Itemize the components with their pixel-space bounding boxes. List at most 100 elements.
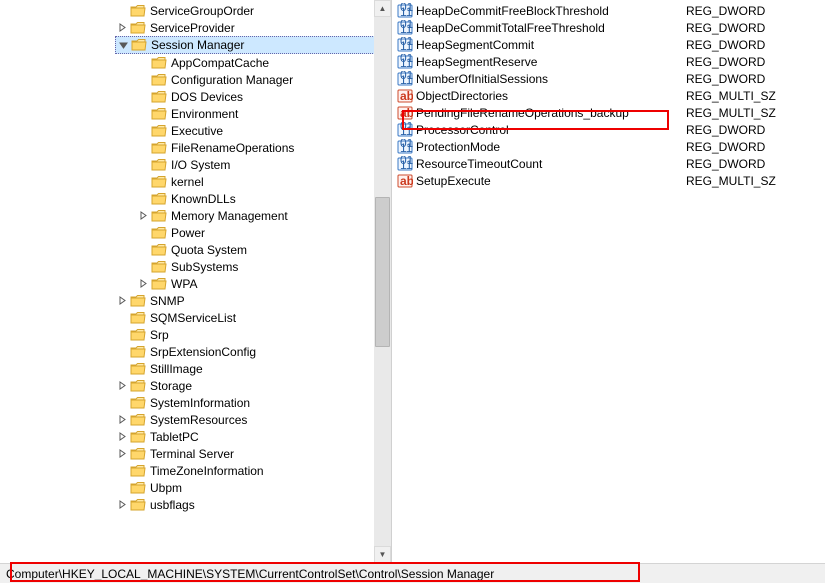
expander-closed-icon[interactable] <box>115 20 130 35</box>
tree-item[interactable]: SrpExtensionConfig <box>115 343 391 360</box>
folder-icon <box>151 243 167 257</box>
scroll-thumb[interactable] <box>375 197 390 347</box>
folder-icon <box>130 396 146 410</box>
folder-icon <box>151 277 167 291</box>
value-row[interactable]: ObjectDirectoriesREG_MULTI_SZ <box>392 87 825 104</box>
tree-item[interactable]: TabletPC <box>115 428 391 445</box>
scroll-down-button[interactable]: ▼ <box>374 546 391 563</box>
tree-item[interactable]: usbflags <box>115 496 391 513</box>
tree-item[interactable]: ServiceGroupOrder <box>115 2 391 19</box>
tree-item-label: kernel <box>169 175 206 189</box>
tree-item[interactable]: SNMP <box>115 292 391 309</box>
tree-item-label: Power <box>169 226 207 240</box>
tree-item-label: ServiceProvider <box>148 21 237 35</box>
value-row[interactable]: ProtectionModeREG_DWORD <box>392 138 825 155</box>
tree-item[interactable]: KnownDLLs <box>136 190 391 207</box>
value-row[interactable]: HeapDeCommitFreeBlockThresholdREG_DWORD <box>392 2 825 19</box>
tree-item[interactable]: Storage <box>115 377 391 394</box>
tree-item[interactable]: Memory Management <box>136 207 391 224</box>
tree-item[interactable]: SubSystems <box>136 258 391 275</box>
folder-icon <box>130 379 146 393</box>
tree-item-label: Environment <box>169 107 240 121</box>
tree-item[interactable]: TimeZoneInformation <box>115 462 391 479</box>
value-name: ResourceTimeoutCount <box>416 157 686 171</box>
binary-value-icon <box>396 139 414 155</box>
string-value-icon <box>396 105 414 121</box>
tree-item[interactable]: Power <box>136 224 391 241</box>
folder-icon <box>130 413 146 427</box>
value-type: REG_MULTI_SZ <box>686 106 776 120</box>
folder-icon <box>151 107 167 121</box>
expander-closed-icon[interactable] <box>115 497 130 512</box>
folder-icon <box>130 345 146 359</box>
expander-closed-icon[interactable] <box>115 412 130 427</box>
value-name: PendingFileRenameOperations_backup <box>416 106 686 120</box>
value-row[interactable]: NumberOfInitialSessionsREG_DWORD <box>392 70 825 87</box>
tree-item[interactable]: DOS Devices <box>136 88 391 105</box>
tree-item[interactable]: WPA <box>136 275 391 292</box>
value-type: REG_DWORD <box>686 55 765 69</box>
tree-item[interactable]: SQMServiceList <box>115 309 391 326</box>
tree-item[interactable]: I/O System <box>136 156 391 173</box>
tree-item-label: SystemResources <box>148 413 249 427</box>
tree-item[interactable]: ServiceProvider <box>115 19 391 36</box>
folder-icon <box>151 158 167 172</box>
tree-item[interactable]: Srp <box>115 326 391 343</box>
value-row[interactable]: HeapDeCommitTotalFreeThresholdREG_DWORD <box>392 19 825 36</box>
tree-item[interactable]: StillImage <box>115 360 391 377</box>
tree-panel: ServiceGroupOrder ServiceProviderSession … <box>0 0 392 563</box>
expander-closed-icon[interactable] <box>115 446 130 461</box>
tree-item-label: Ubpm <box>148 481 184 495</box>
value-name: NumberOfInitialSessions <box>416 72 686 86</box>
value-row[interactable]: PendingFileRenameOperations_backupREG_MU… <box>392 104 825 121</box>
tree-item[interactable]: Session Manager <box>115 36 391 54</box>
expander-closed-icon[interactable] <box>115 429 130 444</box>
value-row[interactable]: HeapSegmentReserveREG_DWORD <box>392 53 825 70</box>
folder-icon <box>131 38 147 52</box>
value-row[interactable]: SetupExecuteREG_MULTI_SZ <box>392 172 825 189</box>
expander-closed-icon[interactable] <box>136 276 151 291</box>
folder-icon <box>130 430 146 444</box>
tree-item[interactable]: Configuration Manager <box>136 71 391 88</box>
vertical-scrollbar[interactable]: ▲ ▼ <box>374 0 391 563</box>
value-name: ObjectDirectories <box>416 89 686 103</box>
tree-item-label: Storage <box>148 379 194 393</box>
expander-closed-icon[interactable] <box>115 293 130 308</box>
status-bar: Computer\HKEY_LOCAL_MACHINE\SYSTEM\Curre… <box>0 563 825 583</box>
tree-item-label: TabletPC <box>148 430 201 444</box>
tree-item[interactable]: SystemInformation <box>115 394 391 411</box>
tree-item-label: StillImage <box>148 362 205 376</box>
tree-item[interactable]: FileRenameOperations <box>136 139 391 156</box>
tree-item[interactable]: Environment <box>136 105 391 122</box>
scroll-up-button[interactable]: ▲ <box>374 0 391 17</box>
tree-item-label: ServiceGroupOrder <box>148 4 256 18</box>
expander-closed-icon[interactable] <box>136 208 151 223</box>
value-name: HeapDeCommitTotalFreeThreshold <box>416 21 686 35</box>
tree-item[interactable]: Terminal Server <box>115 445 391 462</box>
expander-closed-icon[interactable] <box>115 378 130 393</box>
values-panel: HeapDeCommitFreeBlockThresholdREG_DWORDH… <box>392 0 825 563</box>
tree-item[interactable]: Quota System <box>136 241 391 258</box>
value-row[interactable]: ProcessorControlREG_DWORD <box>392 121 825 138</box>
value-row[interactable]: ResourceTimeoutCountREG_DWORD <box>392 155 825 172</box>
tree-item[interactable]: AppCompatCache <box>136 54 391 71</box>
folder-icon <box>151 226 167 240</box>
tree-item[interactable]: SystemResources <box>115 411 391 428</box>
folder-icon <box>130 498 146 512</box>
tree-item-label: Srp <box>148 328 171 342</box>
tree-item[interactable]: Executive <box>136 122 391 139</box>
folder-icon <box>130 362 146 376</box>
binary-value-icon <box>396 20 414 36</box>
folder-icon <box>151 56 167 70</box>
tree-item[interactable]: Ubpm <box>115 479 391 496</box>
value-type: REG_MULTI_SZ <box>686 89 776 103</box>
expander-open-icon[interactable] <box>116 38 131 53</box>
value-row[interactable]: HeapSegmentCommitREG_DWORD <box>392 36 825 53</box>
value-type: REG_DWORD <box>686 21 765 35</box>
folder-icon <box>130 464 146 478</box>
scroll-track[interactable] <box>374 17 391 546</box>
binary-value-icon <box>396 37 414 53</box>
tree-item[interactable]: kernel <box>136 173 391 190</box>
tree-item-label: Configuration Manager <box>169 73 295 87</box>
tree-item-label: I/O System <box>169 158 232 172</box>
